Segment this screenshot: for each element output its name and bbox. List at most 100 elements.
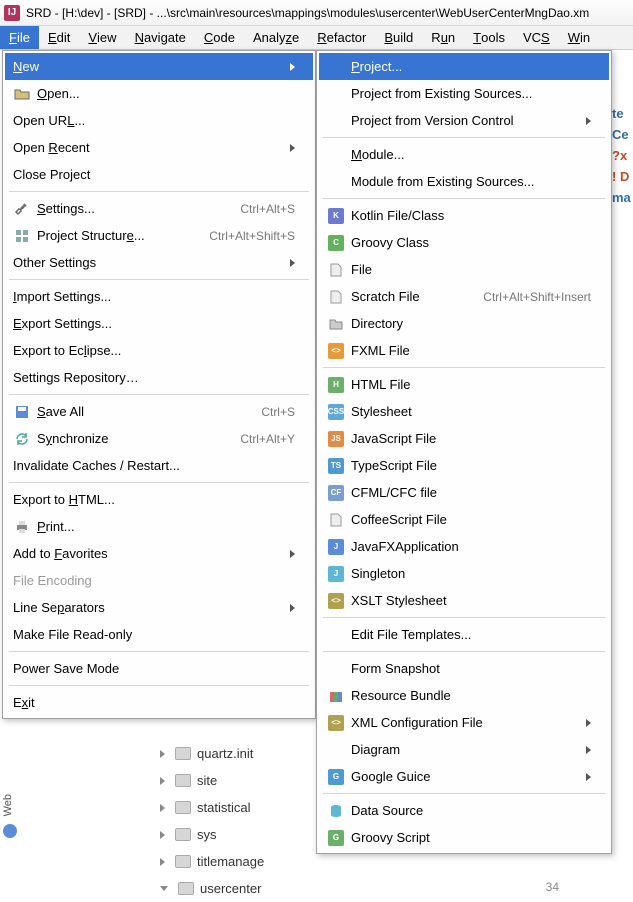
tree-row-label: statistical bbox=[197, 800, 250, 815]
file-menu-item-add-to-favorites[interactable]: Add to Favorites bbox=[5, 540, 313, 567]
file-menu-item-print[interactable]: Print... bbox=[5, 513, 313, 540]
new-menu-item-singleton[interactable]: JSingleton bbox=[319, 560, 609, 587]
new-menu-item-javafxapplication[interactable]: JJavaFXApplication bbox=[319, 533, 609, 560]
menubar-item-tools[interactable]: Tools bbox=[464, 26, 514, 49]
file-menu-item-make-file-read-only[interactable]: Make File Read-only bbox=[5, 621, 313, 648]
file-menu-item-synchronize[interactable]: SynchronizeCtrl+Alt+Y bbox=[5, 425, 313, 452]
editor-fragment: te bbox=[612, 106, 631, 121]
new-menu-item-typescript-file[interactable]: TSTypeScript File bbox=[319, 452, 609, 479]
new-menu-item-kotlin-file-class[interactable]: KKotlin File/Class bbox=[319, 202, 609, 229]
file-menu-item-new[interactable]: New bbox=[5, 53, 313, 80]
chevron-right-icon[interactable] bbox=[160, 858, 165, 866]
new-menu-item-google-guice[interactable]: GGoogle Guice bbox=[319, 763, 609, 790]
menu-item-label: Invalidate Caches / Restart... bbox=[13, 458, 295, 473]
menubar-item-edit[interactable]: Edit bbox=[39, 26, 79, 49]
new-menu-item-module[interactable]: Module... bbox=[319, 141, 609, 168]
menubar-item-refactor[interactable]: Refactor bbox=[308, 26, 375, 49]
editor-fragment: ! D bbox=[612, 169, 631, 184]
menu-item-label: Form Snapshot bbox=[351, 661, 591, 676]
file-menu-item-export-to-eclipse[interactable]: Export to Eclipse... bbox=[5, 337, 313, 364]
new-menu-item-edit-file-templates[interactable]: Edit File Templates... bbox=[319, 621, 609, 648]
file-menu-item-export-settings[interactable]: Export Settings... bbox=[5, 310, 313, 337]
file-menu-separator bbox=[9, 482, 309, 483]
project-tree[interactable]: quartz.initsite statistical systitlemanage… bbox=[160, 740, 264, 902]
tree-row-site[interactable]: site bbox=[160, 767, 264, 794]
new-menu-item-coffeescript-file[interactable]: CoffeeScript File bbox=[319, 506, 609, 533]
chevron-right-icon[interactable] bbox=[160, 804, 165, 812]
submenu-arrow-icon bbox=[586, 773, 591, 781]
menubar-item-file[interactable]: File bbox=[0, 26, 39, 49]
file-menu-item-invalidate-caches-restart[interactable]: Invalidate Caches / Restart... bbox=[5, 452, 313, 479]
file-menu-item-close-project[interactable]: Close Project bbox=[5, 161, 313, 188]
menubar-item-win[interactable]: Win bbox=[559, 26, 599, 49]
filetype-badge-icon: <> bbox=[327, 714, 345, 732]
tree-row-titlemanage[interactable]: titlemanage bbox=[160, 848, 264, 875]
new-menu-item-xslt-stylesheet[interactable]: <>XSLT Stylesheet bbox=[319, 587, 609, 614]
new-menu-item-groovy-class[interactable]: CGroovy Class bbox=[319, 229, 609, 256]
new-menu-item-form-snapshot[interactable]: Form Snapshot bbox=[319, 655, 609, 682]
menu-item-label: CFML/CFC file bbox=[351, 485, 591, 500]
new-menu-separator bbox=[323, 367, 605, 368]
menu-item-label: Project from Existing Sources... bbox=[351, 86, 591, 101]
new-menu-item-scratch-file[interactable]: Scratch FileCtrl+Alt+Shift+Insert bbox=[319, 283, 609, 310]
new-menu-item-cfml-cfc-file[interactable]: CFCFML/CFC file bbox=[319, 479, 609, 506]
new-menu-item-data-source[interactable]: Data Source bbox=[319, 797, 609, 824]
submenu-arrow-icon bbox=[290, 144, 295, 152]
file-menu-separator bbox=[9, 685, 309, 686]
sync-icon bbox=[13, 430, 31, 448]
file-menu-item-settings-repository[interactable]: Settings Repository… bbox=[5, 364, 313, 391]
new-menu-item-groovy-script[interactable]: GGroovy Script bbox=[319, 824, 609, 851]
menubar-item-view[interactable]: View bbox=[79, 26, 125, 49]
chevron-right-icon[interactable] bbox=[160, 750, 165, 758]
menubar-item-vcs[interactable]: VCS bbox=[514, 26, 559, 49]
tree-row-statistical[interactable]: statistical bbox=[160, 794, 264, 821]
new-menu-item-xml-configuration-file[interactable]: <>XML Configuration File bbox=[319, 709, 609, 736]
file-menu-item-export-to-html[interactable]: Export to HTML... bbox=[5, 486, 313, 513]
file-menu-item-save-all[interactable]: Save AllCtrl+S bbox=[5, 398, 313, 425]
filetype-badge-icon: H bbox=[327, 376, 345, 394]
file-icon bbox=[327, 288, 345, 306]
spacer-icon bbox=[327, 173, 345, 191]
new-menu-item-stylesheet[interactable]: CSSStylesheet bbox=[319, 398, 609, 425]
chevron-right-icon[interactable] bbox=[160, 831, 165, 839]
menubar-item-code[interactable]: Code bbox=[195, 26, 244, 49]
tool-window-tab-web[interactable]: Web bbox=[0, 790, 20, 842]
new-menu-item-fxml-file[interactable]: <>FXML File bbox=[319, 337, 609, 364]
file-menu-item-project-structure[interactable]: Project Structure...Ctrl+Alt+Shift+S bbox=[5, 222, 313, 249]
file-icon bbox=[327, 261, 345, 279]
menu-item-label: Print... bbox=[37, 519, 295, 534]
new-menu-item-html-file[interactable]: HHTML File bbox=[319, 371, 609, 398]
file-menu-item-open-url[interactable]: Open URL... bbox=[5, 107, 313, 134]
menu-item-label: File Encoding bbox=[13, 573, 295, 588]
menubar-item-navigate[interactable]: Navigate bbox=[126, 26, 195, 49]
new-menu-item-diagram[interactable]: Diagram bbox=[319, 736, 609, 763]
new-menu-item-project-from-version-control[interactable]: Project from Version Control bbox=[319, 107, 609, 134]
new-menu-item-project[interactable]: Project... bbox=[319, 53, 609, 80]
menu-item-label: Open URL... bbox=[13, 113, 295, 128]
file-menu-item-line-separators[interactable]: Line Separators bbox=[5, 594, 313, 621]
menu-item-label: FXML File bbox=[351, 343, 591, 358]
new-menu-item-module-from-existing-sources[interactable]: Module from Existing Sources... bbox=[319, 168, 609, 195]
menubar-item-run[interactable]: Run bbox=[422, 26, 464, 49]
new-menu-item-resource-bundle[interactable]: Resource Bundle bbox=[319, 682, 609, 709]
new-menu-item-file[interactable]: File bbox=[319, 256, 609, 283]
new-menu-item-project-from-existing-sources[interactable]: Project from Existing Sources... bbox=[319, 80, 609, 107]
new-menu-item-directory[interactable]: Directory bbox=[319, 310, 609, 337]
menubar-item-analyze[interactable]: Analyze bbox=[244, 26, 308, 49]
file-menu-item-import-settings[interactable]: Import Settings... bbox=[5, 283, 313, 310]
file-menu-item-exit[interactable]: Exit bbox=[5, 689, 313, 716]
file-menu-item-power-save-mode[interactable]: Power Save Mode bbox=[5, 655, 313, 682]
chevron-right-icon[interactable] bbox=[160, 777, 165, 785]
tree-row-quartz.init[interactable]: quartz.init bbox=[160, 740, 264, 767]
tree-row-sys[interactable]: sys bbox=[160, 821, 264, 848]
file-menu-item-open[interactable]: Open... bbox=[5, 80, 313, 107]
web-icon bbox=[3, 824, 17, 838]
new-menu-item-javascript-file[interactable]: JSJavaScript File bbox=[319, 425, 609, 452]
file-menu-item-other-settings[interactable]: Other Settings bbox=[5, 249, 313, 276]
menu-item-label: Import Settings... bbox=[13, 289, 295, 304]
chevron-down-icon[interactable] bbox=[160, 886, 168, 891]
file-menu-item-open-recent[interactable]: Open Recent bbox=[5, 134, 313, 161]
menubar-item-build[interactable]: Build bbox=[375, 26, 422, 49]
struct-icon bbox=[13, 227, 31, 245]
file-menu-item-settings[interactable]: Settings...Ctrl+Alt+S bbox=[5, 195, 313, 222]
